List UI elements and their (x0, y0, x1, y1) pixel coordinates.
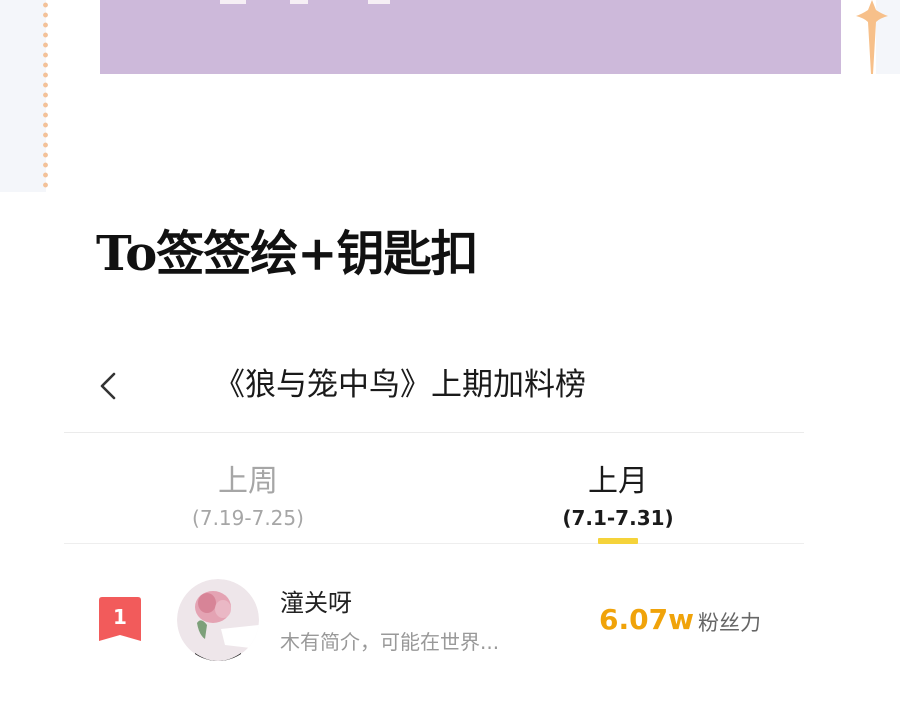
top-banner (100, 0, 841, 74)
sparkle-icon (856, 0, 888, 74)
rank-number: 1 (113, 605, 127, 629)
tab-last-month[interactable]: 上月 (7.1-7.31) (518, 434, 718, 544)
user-bio: 木有简介，可能在世界... (280, 630, 500, 654)
decorative-dots (42, 0, 49, 192)
nav-bar: 《狼与笼中鸟》上期加料榜 (64, 340, 804, 433)
avatar-image (177, 579, 259, 661)
decorative-left-strip (0, 0, 46, 192)
tab-label: 上月 (588, 464, 648, 499)
banner-fragment (290, 0, 308, 4)
banner-fragment (368, 0, 390, 4)
avatar[interactable] (177, 579, 259, 661)
tab-last-week[interactable]: 上周 (7.19-7.25) (148, 434, 348, 544)
tab-date-range: (7.19-7.25) (192, 506, 304, 530)
fan-power-value: 6.07w (599, 603, 694, 636)
ranking-title: 《狼与笼中鸟》上期加料榜 (214, 367, 586, 403)
post-title: To签签绘+钥匙扣 (96, 226, 478, 282)
tab-label: 上周 (218, 464, 278, 499)
banner-fragment (220, 0, 246, 4)
tab-date-range: (7.1-7.31) (562, 506, 674, 530)
chevron-left-icon[interactable] (96, 368, 120, 404)
active-tab-indicator (598, 538, 638, 544)
page: To签签绘+钥匙扣 《狼与笼中鸟》上期加料榜 上周 (7.19-7.25) 上月… (0, 0, 900, 703)
period-tabs: 上周 (7.19-7.25) 上月 (7.1-7.31) (64, 434, 804, 544)
user-name[interactable]: 潼关呀 (280, 588, 352, 618)
fan-power-label: 粉丝力 (698, 611, 761, 635)
